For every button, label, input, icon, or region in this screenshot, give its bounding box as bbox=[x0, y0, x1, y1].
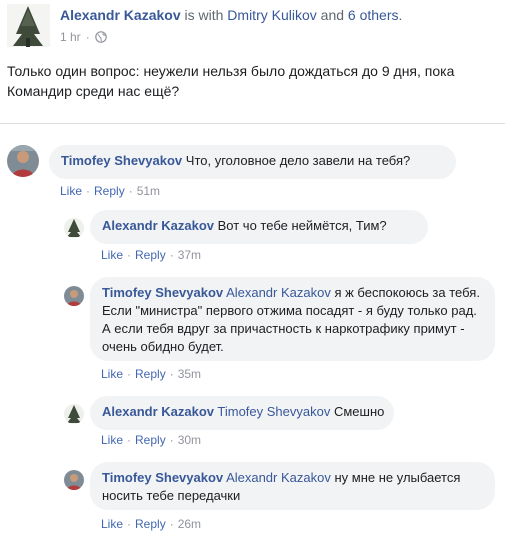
and-text: and bbox=[316, 7, 348, 23]
action-separator: · bbox=[169, 248, 174, 262]
mention-link[interactable]: Timofey Shevyakov bbox=[217, 404, 330, 419]
comment-author[interactable]: Timofey Shevyakov bbox=[61, 153, 182, 168]
profile-photo-icon bbox=[64, 470, 84, 490]
post-author-name[interactable]: Alexandr Kazakov bbox=[60, 7, 181, 23]
reply-avatar[interactable] bbox=[64, 404, 84, 424]
post-author-avatar[interactable] bbox=[7, 4, 50, 47]
reply-bubble: Alexandr Kazakov Вот чо тебе неймётся, Т… bbox=[90, 210, 428, 244]
comment-actions: Like · Reply · 51m bbox=[60, 184, 160, 198]
reply-avatar[interactable] bbox=[64, 218, 84, 238]
comment-avatar[interactable] bbox=[7, 145, 39, 177]
pine-tree-icon bbox=[7, 4, 50, 47]
post-divider bbox=[0, 123, 505, 124]
comment-author[interactable]: Timofey Shevyakov bbox=[102, 470, 223, 485]
comment-time[interactable]: 37m bbox=[178, 248, 201, 262]
action-separator: · bbox=[127, 248, 132, 262]
profile-photo-icon bbox=[7, 145, 39, 177]
comment-text: Что, уголовное дело завели на тебя? bbox=[185, 153, 411, 168]
pine-tree-icon bbox=[64, 404, 84, 424]
like-button[interactable]: Like bbox=[101, 517, 123, 531]
reply-bubble: Alexandr Kazakov Timofey Shevyakov Смешн… bbox=[90, 396, 394, 430]
action-separator: · bbox=[169, 367, 174, 381]
comment-text: Смешно bbox=[333, 404, 385, 419]
comment-bubble: Timofey Shevyakov Что, уголовное дело за… bbox=[49, 145, 456, 179]
mention-link[interactable]: Alexandr Kazakov bbox=[226, 470, 331, 485]
comment-text: Вот чо тебе неймётся, Тим? bbox=[217, 218, 387, 233]
comment-time[interactable]: 51m bbox=[137, 184, 160, 198]
reply-avatar[interactable] bbox=[64, 470, 84, 490]
action-separator: · bbox=[169, 517, 174, 531]
profile-photo-icon bbox=[64, 286, 84, 306]
action-separator: · bbox=[169, 433, 174, 447]
comment-author[interactable]: Alexandr Kazakov bbox=[102, 218, 214, 233]
tagged-friend-link[interactable]: Dmitry Kulikov bbox=[227, 7, 316, 23]
comment-actions: Like · Reply · 37m bbox=[101, 248, 201, 262]
post-header: Alexandr Kazakov is with Dmitry Kulikov … bbox=[60, 7, 402, 23]
post-body: Только один вопрос: неужели нельзя было … bbox=[7, 63, 455, 99]
like-button[interactable]: Like bbox=[101, 248, 123, 262]
comment-author[interactable]: Alexandr Kazakov bbox=[102, 404, 214, 419]
action-separator: · bbox=[127, 517, 132, 531]
pine-tree-icon bbox=[64, 218, 84, 238]
comment-actions: Like · Reply · 26m bbox=[101, 517, 201, 531]
comment-actions: Like · Reply · 30m bbox=[101, 433, 201, 447]
reply-bubble: Timofey Shevyakov Alexandr Kazakov я ж б… bbox=[90, 277, 495, 361]
reply-avatar[interactable] bbox=[64, 286, 84, 306]
action-separator: · bbox=[86, 184, 91, 198]
comment-actions: Like · Reply · 35m bbox=[101, 367, 201, 381]
reply-button[interactable]: Reply bbox=[135, 517, 166, 531]
action-separator: · bbox=[127, 433, 132, 447]
action-separator: · bbox=[127, 367, 132, 381]
comment-time[interactable]: 30m bbox=[178, 433, 201, 447]
post-meta: 1 hr · bbox=[60, 30, 107, 44]
meta-separator: · bbox=[85, 30, 90, 44]
reply-button[interactable]: Reply bbox=[135, 367, 166, 381]
like-button[interactable]: Like bbox=[101, 367, 123, 381]
post-time[interactable]: 1 hr bbox=[60, 30, 81, 44]
comment-time[interactable]: 26m bbox=[178, 517, 201, 531]
like-button[interactable]: Like bbox=[101, 433, 123, 447]
reply-button[interactable]: Reply bbox=[94, 184, 125, 198]
with-text: is with bbox=[180, 7, 228, 23]
comment-time[interactable]: 35m bbox=[178, 367, 201, 381]
reply-button[interactable]: Reply bbox=[135, 248, 166, 262]
reply-button[interactable]: Reply bbox=[135, 433, 166, 447]
comment-author[interactable]: Timofey Shevyakov bbox=[102, 285, 223, 300]
action-separator: · bbox=[128, 184, 133, 198]
globe-icon[interactable] bbox=[94, 31, 107, 43]
reply-bubble: Timofey Shevyakov Alexandr Kazakov ну мн… bbox=[90, 462, 495, 510]
others-link[interactable]: 6 others bbox=[348, 7, 399, 23]
mention-link[interactable]: Alexandr Kazakov bbox=[226, 285, 331, 300]
like-button[interactable]: Like bbox=[60, 184, 82, 198]
period-text: . bbox=[398, 7, 403, 23]
